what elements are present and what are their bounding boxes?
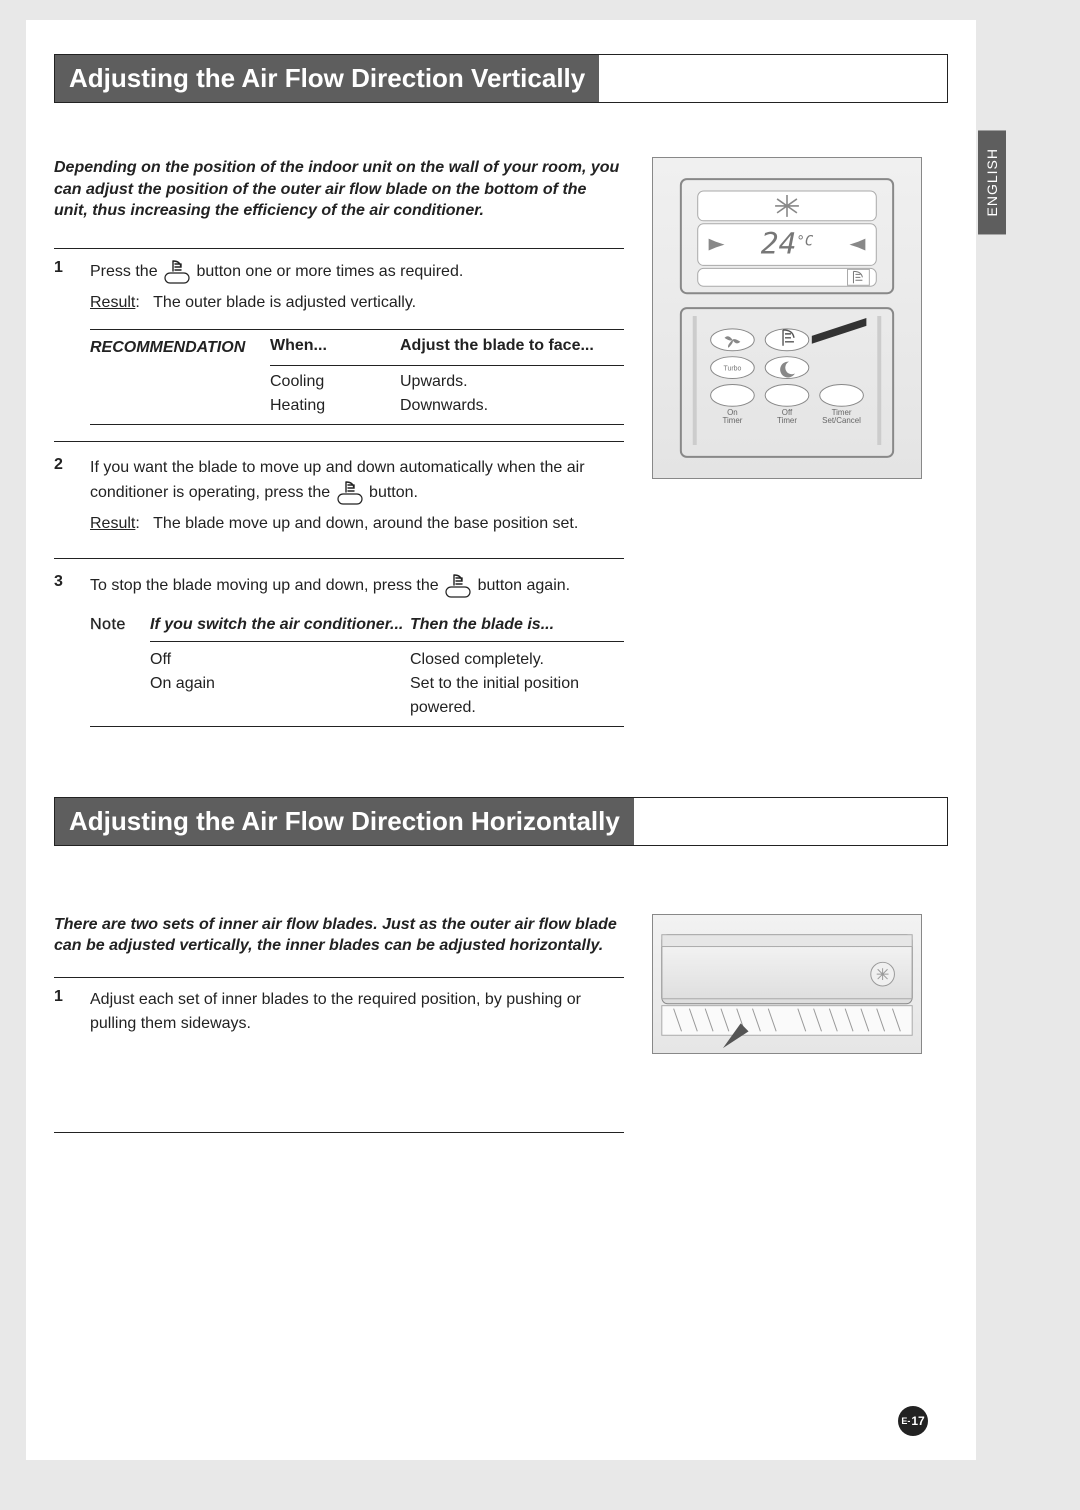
step-3: 3 To stop the blade moving up and down, … [54, 573, 624, 727]
step-2-number: 2 [54, 456, 74, 542]
result-label: Result [90, 294, 135, 311]
recommendation-label: RECOMMENDATION [90, 330, 270, 366]
s2-step-1-number: 1 [54, 988, 74, 1042]
step-2-result: The blade move up and down, around the b… [153, 515, 578, 532]
step-2: 2 If you want the blade to move up and d… [54, 456, 624, 542]
recommendation-table: RECOMMENDATION When... Adjust the blade … [90, 329, 624, 425]
manual-page: ENGLISH Adjusting the Air Flow Direction… [26, 20, 976, 1460]
section-title-bar-1: Adjusting the Air Flow Direction Vertica… [54, 54, 948, 103]
rec-col-when: When... [270, 330, 400, 366]
step-3-text-a: To stop the blade moving up and down, pr… [90, 577, 443, 594]
svg-text:Timer: Timer [722, 416, 742, 425]
note-table: Note If you switch the air conditioner..… [90, 609, 624, 727]
rec-row-0-face: Upwards. [400, 370, 624, 394]
note-col-b: Then the blade is... [410, 609, 624, 642]
page-number: E-17 [898, 1406, 928, 1436]
rec-row-1-face: Downwards. [400, 394, 624, 418]
s2-step-1: 1 Adjust each set of inner blades to the… [54, 988, 624, 1042]
note-row-1-a: On again [150, 672, 410, 696]
note-label: Note [90, 609, 150, 642]
callout-arrow-icon [812, 318, 867, 344]
swing-button-icon [162, 259, 192, 285]
section-title-1: Adjusting the Air Flow Direction Vertica… [55, 55, 599, 102]
result-label-2: Result [90, 515, 135, 532]
remote-illustration: 24°C [652, 157, 922, 479]
rec-row-1-when: Heating [270, 394, 400, 418]
step-3-number: 3 [54, 573, 74, 727]
section-2-content: There are two sets of inner air flow bla… [54, 914, 948, 1143]
section-title-2: Adjusting the Air Flow Direction Horizon… [55, 798, 634, 845]
note-row-1-b: Set to the initial position powered. [410, 672, 624, 720]
swing-button-icon [443, 573, 473, 599]
language-tab: ENGLISH [978, 130, 1006, 234]
step-1-result: The outer blade is adjusted vertically. [153, 294, 416, 311]
step-1-number: 1 [54, 259, 74, 425]
step-3-text-b: button again. [478, 577, 571, 594]
swing-button-icon [335, 480, 365, 506]
step-2-text-b: button. [369, 484, 418, 501]
section-2-intro: There are two sets of inner air flow bla… [54, 914, 624, 957]
section-title-bar-2: Adjusting the Air Flow Direction Horizon… [54, 797, 948, 846]
indoor-unit-illustration [652, 914, 922, 1054]
section-1-content: Depending on the position of the indoor … [54, 157, 948, 731]
step-1: 1 Press the button one or more times as … [54, 259, 624, 425]
svg-text:Timer: Timer [777, 416, 797, 425]
rec-col-adjust: Adjust the blade to face... [400, 330, 624, 366]
note-row-0-b: Closed completely. [410, 648, 624, 672]
rec-row-0-when: Cooling [270, 370, 400, 394]
note-col-a: If you switch the air conditioner... [150, 609, 410, 642]
step-1-text-a: Press the [90, 263, 162, 280]
s2-step-1-text: Adjust each set of inner blades to the r… [90, 988, 624, 1036]
section-1-intro: Depending on the position of the indoor … [54, 157, 624, 222]
step-1-text-b: button one or more times as required. [196, 263, 463, 280]
svg-text:Turbo: Turbo [724, 366, 742, 373]
note-row-0-a: Off [150, 648, 410, 672]
svg-text:Set/Cancel: Set/Cancel [822, 416, 861, 425]
